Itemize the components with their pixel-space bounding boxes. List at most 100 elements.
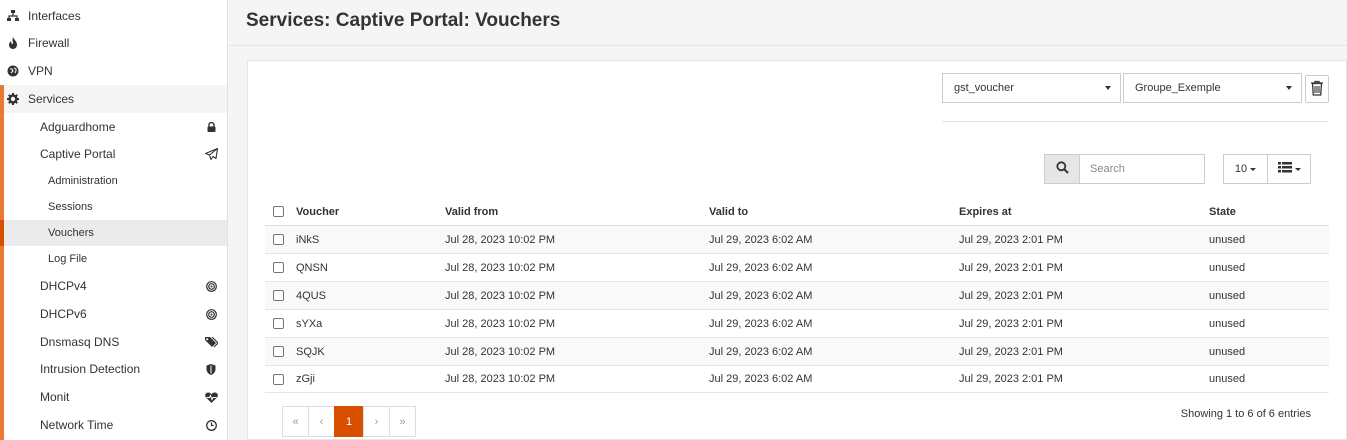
- voucher-provider-select[interactable]: gst_voucher: [942, 73, 1121, 103]
- table-row[interactable]: iNkS Jul 28, 2023 10:02 PM Jul 29, 2023 …: [265, 226, 1329, 254]
- state: unused: [1209, 233, 1246, 246]
- page-title: Services: Captive Portal: Vouchers: [246, 10, 561, 31]
- nav-label: DHCPv4: [40, 279, 87, 293]
- nav-network-time[interactable]: Network Time: [0, 411, 227, 439]
- row-checkbox[interactable]: [273, 374, 284, 385]
- valid-to: Jul 29, 2023 6:02 AM: [709, 289, 813, 302]
- nav-monit[interactable]: Monit: [0, 383, 227, 411]
- caret-down-icon: [1294, 167, 1301, 171]
- nav-cp-log-file[interactable]: Log File: [0, 246, 227, 272]
- nav-dhcpv4[interactable]: DHCPv4: [0, 272, 227, 300]
- nav-label: Administration: [48, 175, 118, 187]
- caret-down-icon: [1250, 167, 1257, 171]
- nav-label: Monit: [40, 390, 70, 404]
- column-header-voucher[interactable]: Voucher: [296, 199, 339, 225]
- next-page-button[interactable]: ›: [363, 406, 390, 437]
- nav-cp-administration[interactable]: Administration: [0, 168, 227, 194]
- tags-icon: [204, 336, 218, 348]
- nav-adguardhome[interactable]: Adguardhome: [0, 113, 227, 141]
- caret-down-icon: [1105, 86, 1111, 90]
- nav-services[interactable]: Services: [0, 85, 227, 113]
- bullseye-icon: [204, 280, 218, 292]
- nav-captive-portal[interactable]: Captive Portal: [0, 140, 227, 168]
- search-icon: [1055, 161, 1069, 177]
- nav-intrusion-detection[interactable]: Intrusion Detection: [0, 355, 227, 383]
- page-size-dropdown[interactable]: 10: [1223, 154, 1268, 184]
- table-row[interactable]: 4QUS Jul 28, 2023 10:02 PM Jul 29, 2023 …: [265, 282, 1329, 310]
- bullseye-icon: [204, 308, 218, 320]
- table-row[interactable]: QNSN Jul 28, 2023 10:02 PM Jul 29, 2023 …: [265, 254, 1329, 282]
- expires-at: Jul 29, 2023 2:01 PM: [959, 345, 1063, 358]
- table-row[interactable]: SQJK Jul 28, 2023 10:02 PM Jul 29, 2023 …: [265, 338, 1329, 366]
- nav-firewall[interactable]: Firewall: [0, 29, 227, 57]
- pagination: « ‹ 1 › »: [282, 406, 416, 437]
- voucher-code: QNSN: [296, 261, 328, 274]
- row-checkbox[interactable]: [273, 346, 284, 357]
- nav-label: Network Time: [40, 418, 114, 432]
- state: unused: [1209, 345, 1246, 358]
- table-row[interactable]: zGji Jul 28, 2023 10:02 PM Jul 29, 2023 …: [265, 366, 1329, 393]
- select-value: gst_voucher: [954, 82, 1014, 94]
- delete-group-button[interactable]: [1305, 75, 1329, 103]
- row-checkbox[interactable]: [273, 318, 284, 329]
- row-checkbox[interactable]: [273, 234, 284, 245]
- fire-icon: [6, 36, 20, 50]
- voucher-code: SQJK: [296, 345, 325, 358]
- state: unused: [1209, 289, 1246, 302]
- row-checkbox[interactable]: [273, 290, 284, 301]
- valid-to: Jul 29, 2023 6:02 AM: [709, 373, 813, 385]
- column-selector-dropdown[interactable]: [1267, 154, 1311, 184]
- table-header: Voucher Valid from Valid to Expires at S…: [265, 199, 1329, 226]
- page-header: Services: Captive Portal: Vouchers: [228, 0, 1347, 46]
- select-all-checkbox[interactable]: [273, 206, 284, 217]
- nav-label: Intrusion Detection: [40, 362, 141, 376]
- nav-label: Dnsmasq DNS: [40, 335, 120, 349]
- valid-from: Jul 28, 2023 10:02 PM: [445, 289, 556, 302]
- column-header-state[interactable]: State: [1209, 199, 1236, 225]
- nav-label: Captive Portal: [40, 147, 116, 161]
- column-header-valid-to[interactable]: Valid to: [709, 199, 748, 225]
- prev-page-button[interactable]: ‹: [308, 406, 335, 437]
- search-button[interactable]: [1044, 154, 1080, 184]
- voucher-group-select[interactable]: Groupe_Exemple: [1123, 73, 1302, 103]
- nav-label: DHCPv6: [40, 307, 87, 321]
- voucher-code: sYXa: [296, 317, 323, 330]
- valid-from: Jul 28, 2023 10:02 PM: [445, 373, 556, 385]
- last-page-button[interactable]: »: [389, 406, 416, 437]
- first-page-button[interactable]: «: [282, 406, 309, 437]
- valid-to: Jul 29, 2023 6:02 AM: [709, 345, 813, 358]
- clock-icon: [204, 419, 218, 431]
- heartbeat-icon: [204, 391, 218, 403]
- column-header-valid-from[interactable]: Valid from: [445, 199, 498, 225]
- valid-to: Jul 29, 2023 6:02 AM: [709, 233, 813, 246]
- nav-dhcpv6[interactable]: DHCPv6: [0, 300, 227, 328]
- search-input[interactable]: [1080, 154, 1205, 184]
- valid-from: Jul 28, 2023 10:02 PM: [445, 233, 556, 246]
- paper-plane-icon: [204, 148, 218, 160]
- table-row[interactable]: sYXa Jul 28, 2023 10:02 PM Jul 29, 2023 …: [265, 310, 1329, 338]
- valid-from: Jul 28, 2023 10:02 PM: [445, 261, 556, 274]
- expires-at: Jul 29, 2023 2:01 PM: [959, 233, 1063, 246]
- voucher-code: 4QUS: [296, 289, 326, 302]
- page-1-button[interactable]: 1: [334, 406, 364, 437]
- globe-icon: [6, 64, 20, 78]
- nav-interfaces[interactable]: Interfaces: [0, 2, 227, 30]
- nav-label: Services: [28, 92, 75, 106]
- select-value: Groupe_Exemple: [1135, 82, 1221, 94]
- nav-cp-sessions[interactable]: Sessions: [0, 194, 227, 220]
- valid-to: Jul 29, 2023 6:02 AM: [709, 317, 813, 330]
- valid-from: Jul 28, 2023 10:02 PM: [445, 317, 556, 330]
- nav-label: Interfaces: [28, 9, 81, 23]
- nav-cp-vouchers[interactable]: Vouchers: [0, 220, 227, 246]
- expires-at: Jul 29, 2023 2:01 PM: [959, 317, 1063, 330]
- state: unused: [1209, 317, 1246, 330]
- nav-vpn[interactable]: VPN: [0, 57, 227, 85]
- nav-dnsmasq-dns[interactable]: Dnsmasq DNS: [0, 328, 227, 356]
- column-header-expires-at[interactable]: Expires at: [959, 199, 1012, 225]
- row-checkbox[interactable]: [273, 262, 284, 273]
- nav-label: Vouchers: [48, 227, 94, 239]
- list-icon: [1277, 162, 1292, 176]
- toolbar-divider: [942, 121, 1328, 122]
- voucher-code: zGji: [296, 373, 315, 385]
- sitemap-icon: [6, 9, 20, 23]
